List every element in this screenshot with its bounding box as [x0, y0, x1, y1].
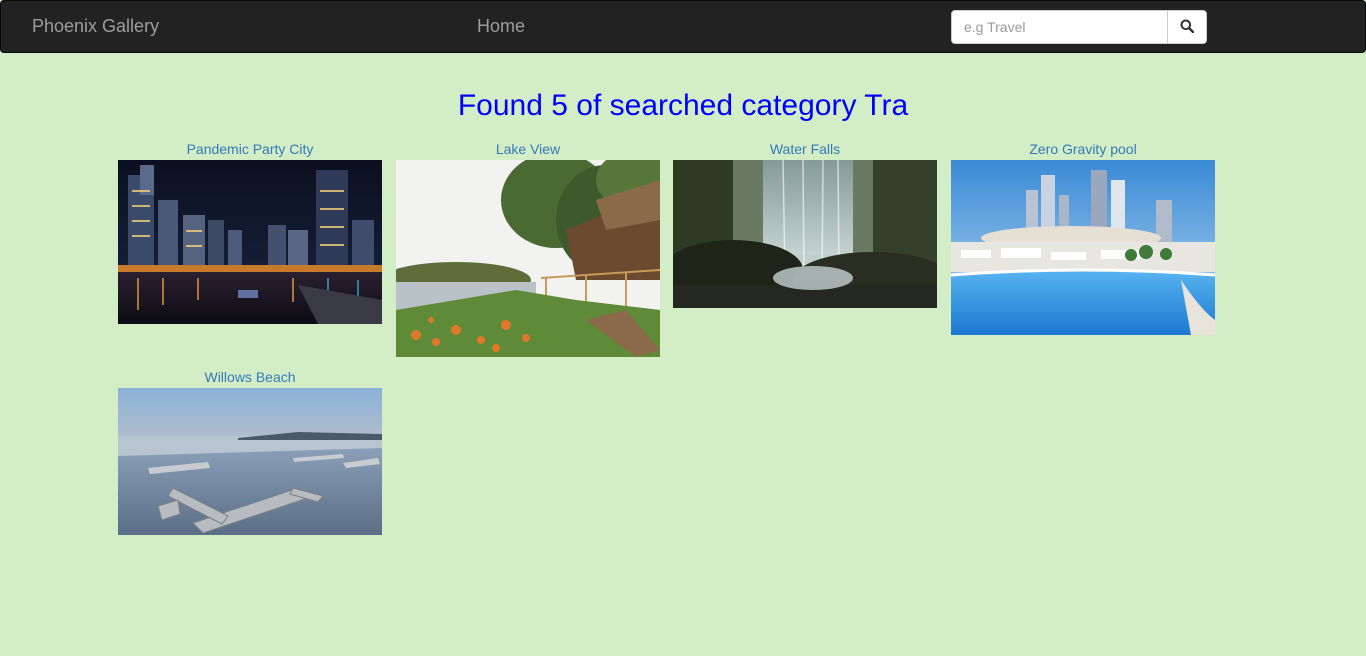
- results-heading: Found 5 of searched category Tra: [457, 89, 909, 122]
- gallery-card: Zero Gravity pool: [951, 141, 1215, 335]
- card-title-link[interactable]: Zero Gravity pool: [951, 140, 1215, 160]
- gallery-card: Pandemic Party City: [118, 141, 382, 324]
- card-title-link[interactable]: Pandemic Party City: [118, 140, 382, 160]
- gallery-card: Lake View: [396, 141, 660, 357]
- navbar: Phoenix Gallery Home: [0, 0, 1366, 53]
- card-image-pool[interactable]: [951, 160, 1215, 335]
- gallery-card: Willows Beach: [118, 369, 382, 535]
- search-input[interactable]: [951, 10, 1168, 44]
- card-title-link[interactable]: Water Falls: [673, 140, 937, 160]
- card-image-beach[interactable]: [118, 388, 382, 535]
- brand-link[interactable]: Phoenix Gallery: [32, 15, 159, 37]
- card-title-link[interactable]: Lake View: [396, 140, 660, 160]
- card-image-lake[interactable]: [396, 160, 660, 357]
- search-form: [951, 10, 1207, 45]
- nav-home-link[interactable]: Home: [477, 15, 525, 37]
- gallery-card: Water Falls: [673, 141, 937, 308]
- card-title-link[interactable]: Willows Beach: [118, 368, 382, 388]
- search-icon: [1180, 19, 1195, 36]
- card-image-city-night[interactable]: [118, 160, 382, 324]
- card-image-waterfall[interactable]: [673, 160, 937, 308]
- search-button[interactable]: [1167, 10, 1207, 44]
